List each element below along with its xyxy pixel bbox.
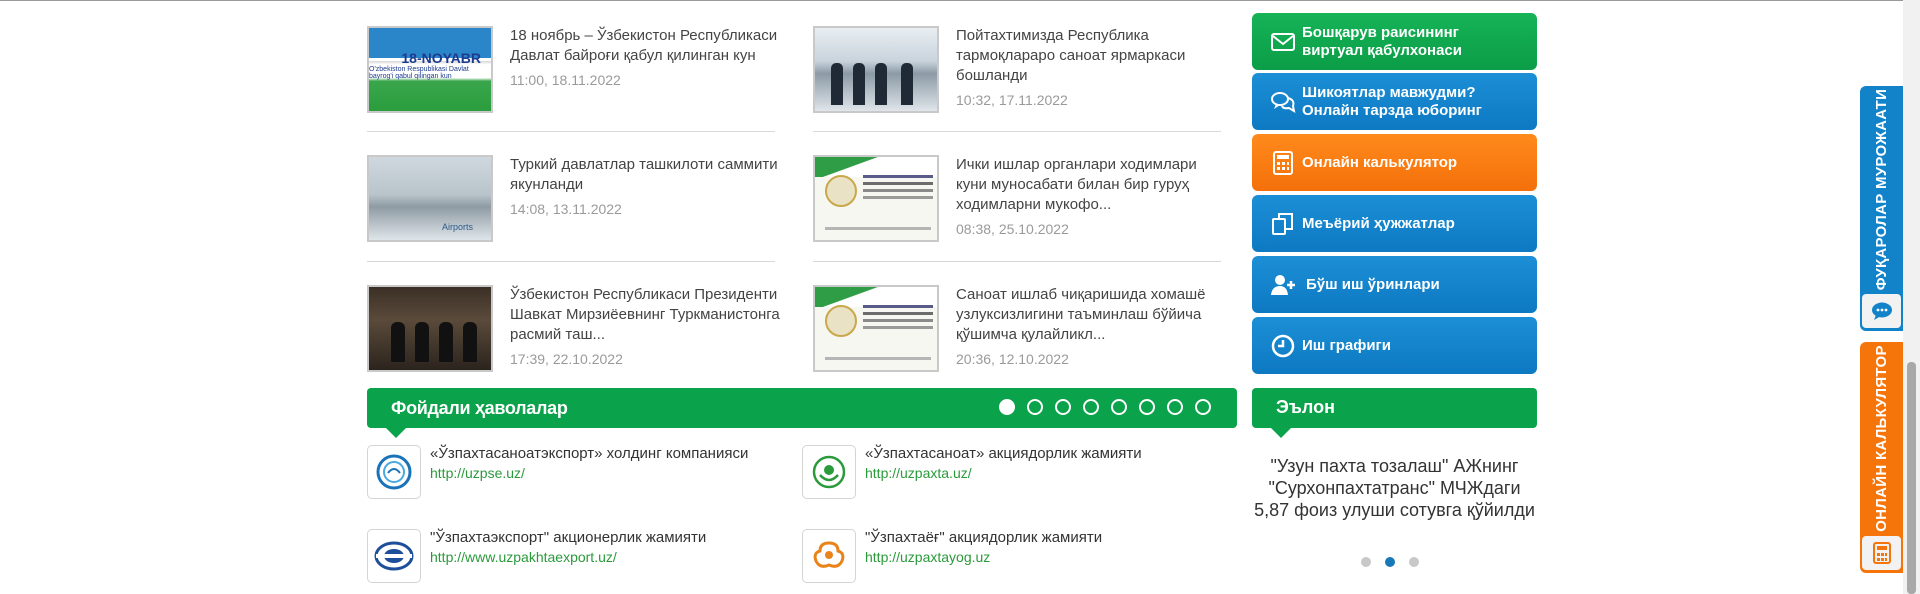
news-thumbnail[interactable] — [813, 285, 939, 372]
news-title[interactable]: 18 ноябрь – Ўзбекистон Республикаси Давл… — [510, 26, 782, 66]
thumbnail-sublabel: O'zbekiston Respublikasi Davlat bayrog'i… — [369, 66, 469, 80]
link-item[interactable]: «Ўзпахтасаноат» акциядорлик жамияти http… — [802, 445, 1222, 500]
section-title: Эълон — [1276, 397, 1335, 417]
pagination-dot[interactable] — [1195, 399, 1211, 415]
pagination-dot[interactable] — [1055, 399, 1071, 415]
clock-icon — [1271, 334, 1295, 357]
news-title[interactable]: Ички ишлар органлари ходимлари куни муно… — [956, 155, 1228, 215]
menu-label: Онлайн калькулятор — [1302, 153, 1458, 171]
section-title: Фойдали ҳаволалар — [391, 398, 568, 418]
news-date: 10:32, 17.11.2022 — [956, 92, 1068, 108]
pagination-dot[interactable] — [1027, 399, 1043, 415]
news-thumbnail[interactable] — [813, 26, 939, 113]
news-divider — [813, 131, 1221, 132]
link-name[interactable]: "Ўзпахтаёғ" акциядорлик жамияти — [865, 529, 1102, 546]
news-thumbnail[interactable]: 18-NOYABR O'zbekiston Respublikasi Davla… — [367, 26, 493, 113]
news-item[interactable]: Ички ишлар органлари ходимлари куни муно… — [813, 155, 1227, 265]
uzpakhtaexport-logo-icon[interactable] — [367, 529, 421, 583]
add-user-icon — [1271, 274, 1295, 295]
documents-icon — [1272, 212, 1293, 235]
calculator-icon — [1862, 536, 1901, 570]
vacancies-button[interactable]: Бўш иш ўринлари — [1252, 256, 1537, 313]
news-thumbnail[interactable] — [813, 155, 939, 242]
header-pointer — [386, 428, 406, 438]
news-date: 08:38, 25.10.2022 — [956, 221, 1069, 237]
news-title[interactable]: Пойтахтимизда Республика тармоқлараро са… — [956, 26, 1228, 86]
online-calculator-button[interactable]: Онлайн калькулятор — [1252, 134, 1537, 191]
news-date: 20:36, 12.10.2022 — [956, 351, 1069, 367]
link-name[interactable]: «Ўзпахтасаноат» акциядорлик жамияти — [865, 445, 1142, 462]
news-title[interactable]: Ўзбекистон Республикаси Президенти Шавка… — [510, 285, 782, 345]
link-name[interactable]: «Ўзпахтасаноатэкспорт» холдинг компанияс… — [430, 445, 748, 462]
useful-links-header: Фойдали ҳаволалар — [367, 388, 1237, 428]
news-date: 17:39, 22.10.2022 — [510, 351, 623, 367]
news-item[interactable]: Ўзбекистон Республикаси Президенти Шавка… — [367, 285, 781, 395]
pagination-dot[interactable] — [1111, 399, 1127, 415]
menu-label: Бўш иш ўринлари — [1306, 275, 1440, 293]
header-pointer — [1271, 428, 1291, 438]
tab-label: ФУҚАРОЛАР МУРОЖААТИ — [1873, 88, 1890, 291]
work-schedule-button[interactable]: Иш графиги — [1252, 317, 1537, 374]
link-item[interactable]: "Ўзпахтаэкспорт" акционерлик жамияти htt… — [367, 529, 787, 584]
citizens-appeals-tab[interactable]: ФУҚАРОЛАР МУРОЖААТИ — [1860, 86, 1903, 331]
link-url[interactable]: http://uzpaxta.uz/ — [865, 465, 972, 481]
online-calculator-tab[interactable]: ОНЛАЙН КАЛЬКУЛЯТОР — [1860, 342, 1903, 573]
uzpaxtayog-logo-icon[interactable] — [802, 529, 856, 583]
news-thumbnail[interactable]: Airports — [367, 155, 493, 242]
thumbnail-label: 18-NOYABR — [401, 50, 481, 66]
menu-label: Шикоятлар мавжудми? Онлайн тарзда юборин… — [1302, 83, 1482, 119]
news-thumbnail[interactable] — [367, 285, 493, 372]
envelope-icon — [1271, 32, 1295, 51]
chat-bubbles-icon — [1271, 91, 1296, 113]
menu-label: Меъёрий ҳужжатлар — [1302, 214, 1455, 232]
pagination-dot[interactable] — [1139, 399, 1155, 415]
pagination-dot[interactable] — [1167, 399, 1183, 415]
uzpaxta-logo-icon[interactable] — [802, 445, 856, 499]
uzpse-logo-icon[interactable] — [367, 445, 421, 499]
page-scrollbar[interactable] — [1903, 0, 1920, 594]
news-item[interactable]: Airports Туркий давлатлар ташкилоти самм… — [367, 155, 781, 265]
news-title[interactable]: Саноат ишлаб чиқаришида хомашё узлуксизл… — [956, 285, 1228, 345]
link-name[interactable]: "Ўзпахтаэкспорт" акционерлик жамияти — [430, 529, 706, 546]
tab-label: ОНЛАЙН КАЛЬКУЛЯТОР — [1873, 345, 1891, 532]
calculator-icon — [1273, 150, 1293, 175]
news-date: 14:08, 13.11.2022 — [510, 201, 622, 217]
menu-label: Бошқарув раисининг виртуал қабулхонаси — [1302, 23, 1462, 59]
news-date: 11:00, 18.11.2022 — [510, 72, 621, 88]
news-divider — [813, 261, 1221, 262]
link-url[interactable]: http://uzpaxtayog.uz — [865, 549, 990, 565]
chat-icon — [1862, 294, 1901, 328]
news-divider — [367, 261, 775, 262]
top-divider — [0, 0, 1920, 1]
news-item[interactable]: 18-NOYABR O'zbekiston Respublikasi Davla… — [367, 26, 781, 136]
scrollbar-thumb[interactable] — [1907, 362, 1916, 594]
news-item[interactable]: Саноат ишлаб чиқаришида хомашё узлуксизл… — [813, 285, 1227, 395]
link-item[interactable]: «Ўзпахтасаноатэкспорт» холдинг компанияс… — [367, 445, 787, 500]
virtual-reception-button[interactable]: Бошқарув раисининг виртуал қабулхонаси — [1252, 13, 1537, 70]
complaints-button[interactable]: Шикоятлар мавжудми? Онлайн тарзда юборин… — [1252, 73, 1537, 130]
news-item[interactable]: Пойтахтимизда Республика тармоқлараро са… — [813, 26, 1227, 136]
announcement-header: Эълон — [1252, 388, 1537, 428]
pagination-dot[interactable] — [1409, 557, 1419, 567]
announcement-pagination — [1361, 557, 1419, 567]
links-pagination — [999, 399, 1211, 415]
link-item[interactable]: "Ўзпахтаёғ" акциядорлик жамияти http://u… — [802, 529, 1222, 584]
pagination-dot[interactable] — [1361, 557, 1371, 567]
link-url[interactable]: http://www.uzpakhtaexport.uz/ — [430, 549, 617, 565]
news-divider — [367, 131, 775, 132]
normative-documents-button[interactable]: Меъёрий ҳужжатлар — [1252, 195, 1537, 252]
thumbnail-label: Airports — [441, 222, 473, 232]
pagination-dot[interactable] — [999, 399, 1015, 415]
pagination-dot[interactable] — [1083, 399, 1099, 415]
news-title[interactable]: Туркий давлатлар ташкилоти саммити якунл… — [510, 155, 782, 195]
pagination-dot[interactable] — [1385, 557, 1395, 567]
link-url[interactable]: http://uzpse.uz/ — [430, 465, 525, 481]
menu-label: Иш графиги — [1302, 336, 1392, 354]
announcement-text[interactable]: "Узун пахта тозалаш" АЖнинг "Сурхонпахта… — [1252, 455, 1537, 521]
